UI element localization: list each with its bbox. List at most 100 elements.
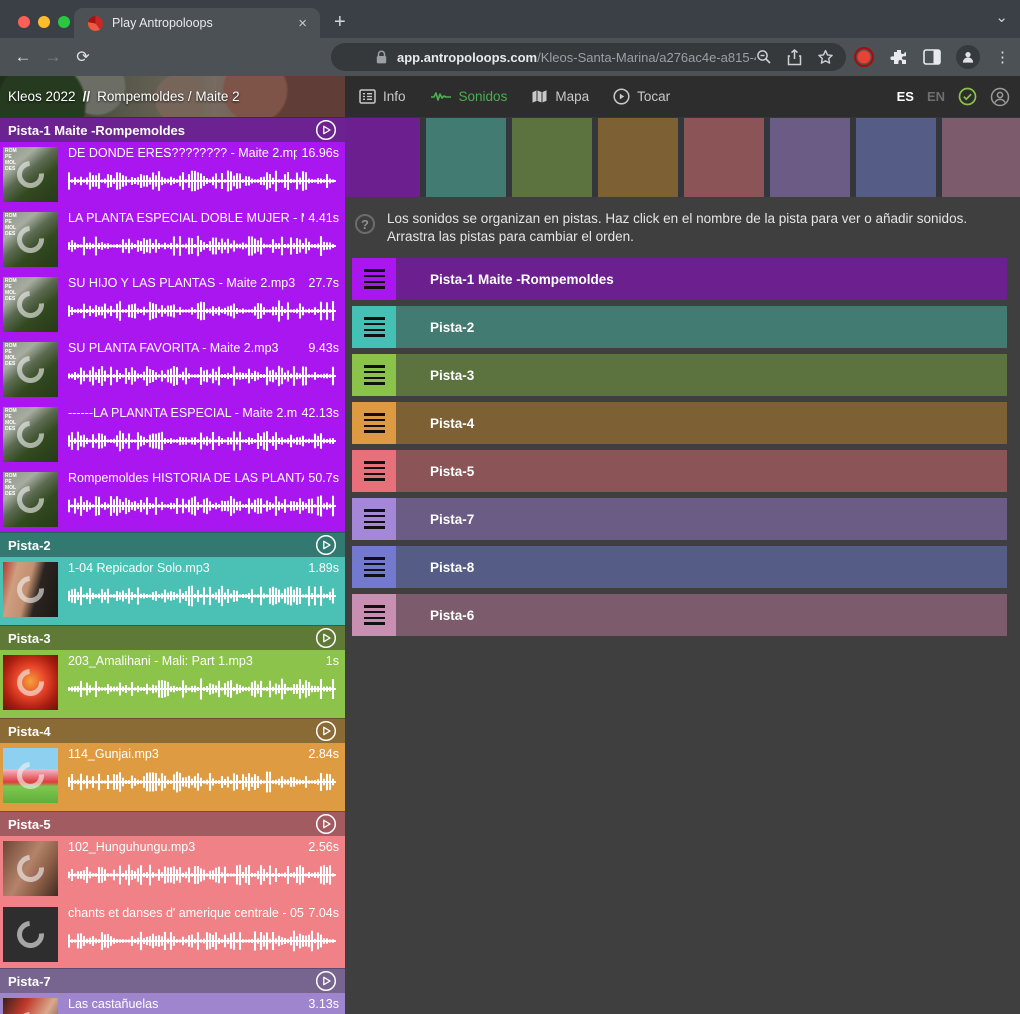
track-play-icon[interactable] (315, 970, 337, 992)
drag-handle[interactable] (352, 402, 396, 444)
track-play-icon[interactable] (315, 119, 337, 141)
nav-tocar[interactable]: Tocar (613, 88, 670, 105)
track-name: Pista-2 (8, 538, 315, 553)
browser-tab[interactable]: Play Antropoloops × (74, 8, 320, 38)
thumbnail-label: ROMPEMOLDES (5, 213, 17, 237)
forward-button[interactable]: → (38, 47, 68, 67)
tab-title: Play Antropoloops (112, 16, 295, 30)
clip-thumbnail: ROMPEMOLDES (3, 277, 58, 332)
track-row[interactable]: Pista-5 (352, 450, 1007, 492)
tab-search-chevron-icon[interactable]: ⌄ (995, 8, 1008, 26)
clip-item[interactable]: ROMPEMOLDESDE DONDE ERES???????? - Maite… (0, 142, 345, 207)
extensions-puzzle-icon[interactable] (890, 48, 908, 66)
tab-close-icon[interactable]: × (295, 15, 310, 32)
clip-item[interactable]: ROMPEMOLDESSU HIJO Y LAS PLANTAS - Maite… (0, 272, 345, 337)
breadcrumb[interactable]: Kleos 2022 // Rompemoldes / Maite 2 (0, 76, 345, 117)
track-row[interactable]: Pista-8 (352, 546, 1007, 588)
drag-handle[interactable] (352, 354, 396, 396)
drag-handle[interactable] (352, 498, 396, 540)
clip-info-row: 114_Gunjai.mp32.84s (68, 747, 339, 764)
record-extension-icon[interactable] (853, 46, 875, 68)
track-header-button[interactable]: Pista-1 Maite -Rompemoldes (0, 117, 345, 142)
track-color-swatch[interactable] (345, 118, 420, 197)
reload-button[interactable]: ⟳ (68, 47, 98, 67)
drag-handle[interactable] (352, 546, 396, 588)
clip-info-row: DE DONDE ERES???????? - Maite 2.mp316.96… (68, 146, 339, 163)
track-name: Pista-5 (8, 817, 315, 832)
track-header-button[interactable]: Pista-2 (0, 532, 345, 557)
track-section: Pista-3 203_Amalihani - Mali: Part 1.mp31… (0, 625, 345, 718)
track-row-label: Pista-4 (430, 416, 474, 431)
clip-item[interactable]: 203_Amalihani - Mali: Part 1.mp31s (0, 650, 345, 718)
track-section: Pista-1 Maite -RompemoldesROMPEMOLDESDE … (0, 117, 345, 532)
track-name: Pista-3 (8, 631, 315, 646)
clip-item[interactable]: ROMPEMOLDESSU PLANTA FAVORITA - Maite 2.… (0, 337, 345, 402)
waveform (68, 430, 336, 452)
track-header-button[interactable]: Pista-5 (0, 811, 345, 836)
nav-sonidos[interactable]: Sonidos (430, 89, 508, 104)
minimize-window-button[interactable] (38, 16, 50, 28)
clip-item[interactable]: chants et danses d' amerique centrale - … (0, 902, 345, 968)
track-row[interactable]: Pista-6 (352, 594, 1007, 636)
drag-handle-bar-icon (364, 269, 385, 272)
lang-es-button[interactable]: ES (897, 89, 914, 104)
loop-ring-icon (11, 663, 49, 701)
track-header-button[interactable]: Pista-3 (0, 625, 345, 650)
new-tab-button[interactable]: + (334, 9, 346, 35)
close-window-button[interactable] (18, 16, 30, 28)
nav-info[interactable]: Info (359, 89, 406, 104)
track-color-swatch[interactable] (512, 118, 592, 197)
breadcrumb-project[interactable]: Kleos 2022 (8, 89, 76, 104)
lang-en-button[interactable]: EN (927, 89, 945, 104)
track-header-button[interactable]: Pista-7 (0, 968, 345, 993)
side-panel-icon[interactable] (923, 49, 941, 65)
clip-info-row: SU PLANTA FAVORITA - Maite 2.mp39.43s (68, 341, 339, 358)
back-button[interactable]: ← (8, 47, 38, 67)
track-row[interactable]: Pista-3 (352, 354, 1007, 396)
track-row[interactable]: Pista-7 (352, 498, 1007, 540)
bookmark-star-icon[interactable] (817, 49, 834, 65)
clip-duration: 27.7s (308, 276, 339, 290)
track-color-swatch[interactable] (426, 118, 506, 197)
clip-thumbnail: ROMPEMOLDES (3, 472, 58, 527)
track-play-icon[interactable] (315, 534, 337, 556)
clip-item[interactable]: 114_Gunjai.mp32.84s (0, 743, 345, 811)
track-row[interactable]: Pista-2 (352, 306, 1007, 348)
waveform (68, 585, 336, 607)
track-play-icon[interactable] (315, 813, 337, 835)
drag-handle[interactable] (352, 450, 396, 492)
clip-item[interactable]: Las castañuelas3.13s (0, 993, 345, 1014)
clip-item[interactable]: 102_Hunguhungu.mp32.56s (0, 836, 345, 902)
drag-handle[interactable] (352, 258, 396, 300)
browser-profile-avatar[interactable] (956, 45, 980, 69)
track-play-icon[interactable] (315, 720, 337, 742)
account-icon[interactable] (990, 87, 1010, 107)
clip-item[interactable]: 1-04 Repicador Solo.mp31.89s (0, 557, 345, 625)
track-play-icon[interactable] (315, 627, 337, 649)
track-color-swatch[interactable] (942, 118, 1020, 197)
track-color-swatch[interactable] (598, 118, 678, 197)
clip-title: Rompemoldes HISTORIA DE LAS PLANTAS... (68, 471, 304, 485)
drag-handle[interactable] (352, 306, 396, 348)
track-color-swatch[interactable] (684, 118, 764, 197)
clip-item[interactable]: ROMPEMOLDES------LA PLANNTA ESPECIAL - M… (0, 402, 345, 467)
track-row-label: Pista-8 (430, 560, 474, 575)
clip-thumbnail: ROMPEMOLDES (3, 212, 58, 267)
track-color-swatch[interactable] (770, 118, 850, 197)
address-bar[interactable]: app.antropoloops.com/Kleos-Santa-Marina/… (331, 43, 846, 71)
zoom-window-button[interactable] (58, 16, 70, 28)
zoom-icon[interactable] (756, 49, 772, 65)
clip-item[interactable]: ROMPEMOLDES Rompemoldes HISTORIA DE LAS P… (0, 467, 345, 532)
clip-item[interactable]: ROMPEMOLDESLA PLANTA ESPECIAL DOBLE MUJE… (0, 207, 345, 272)
track-row[interactable]: Pista-1 Maite -Rompemoldes (352, 258, 1007, 300)
breadcrumb-path[interactable]: Rompemoldes / Maite 2 (97, 89, 240, 104)
share-icon[interactable] (787, 49, 802, 66)
nav-mapa[interactable]: Mapa (531, 89, 589, 104)
browser-menu-icon[interactable]: ⋮ (995, 48, 1010, 66)
saved-check-icon[interactable] (958, 87, 977, 106)
track-row[interactable]: Pista-4 (352, 402, 1007, 444)
drag-handle[interactable] (352, 594, 396, 636)
track-section: Pista-2 1-04 Repicador Solo.mp31.89s (0, 532, 345, 625)
track-color-swatch[interactable] (856, 118, 936, 197)
track-header-button[interactable]: Pista-4 (0, 718, 345, 743)
